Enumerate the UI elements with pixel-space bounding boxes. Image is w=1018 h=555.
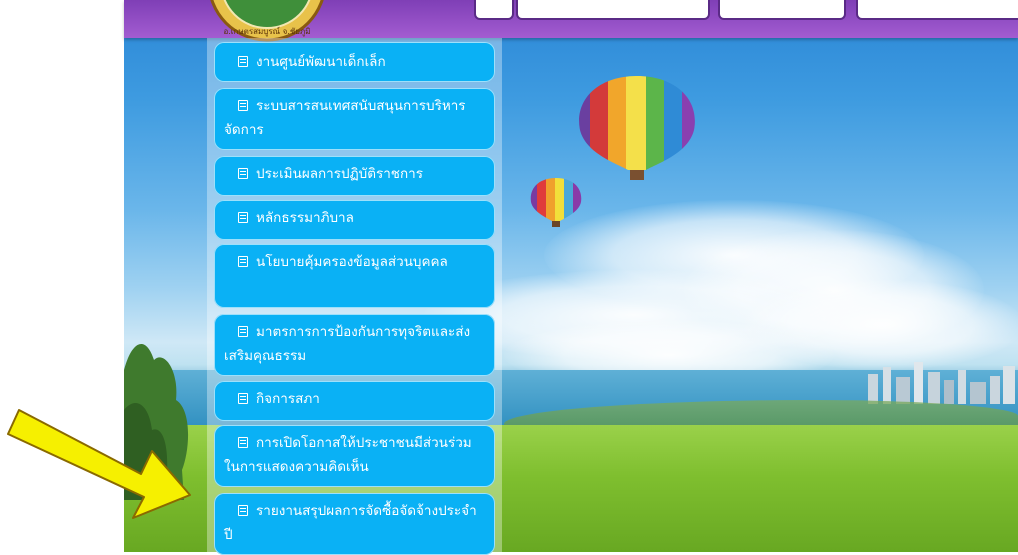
- menu-item-label: มาตรการการป้องกันการทุจริตและส่งเสริมคุณ…: [224, 324, 471, 364]
- menu-item-council-affairs[interactable]: กิจการสภา: [214, 381, 495, 421]
- menu-item-label: กิจการสภา: [256, 391, 320, 407]
- document-icon: [238, 168, 248, 179]
- seal-text: อ.เกษตรสมบูรณ์ จ.ชัยภูมิ: [223, 26, 310, 37]
- menu-item-privacy-policy[interactable]: นโยบายคุ้มครองข้อมูลส่วนบุคคล: [214, 244, 495, 308]
- menu-item-label: นโยบายคุ้มครองข้อมูลส่วนบุคคล: [256, 254, 448, 270]
- municipality-seal-logo: อ.เกษตรสมบูรณ์ จ.ชัยภูมิ: [210, 0, 324, 42]
- trees-illustration: [124, 343, 189, 500]
- nav-button[interactable]: [718, 0, 846, 20]
- nav-button[interactable]: [516, 0, 710, 20]
- menu-item-label: ประเมินผลการปฏิบัติราชการ: [256, 166, 423, 182]
- menu-item-child-development[interactable]: งานศูนย์พัฒนาเด็กเล็ก: [214, 42, 495, 82]
- page: อ.เกษตรสมบูรณ์ จ.ชัยภูมิ งานศูนย์พัฒนาเด…: [0, 0, 1018, 555]
- document-icon: [238, 212, 248, 223]
- document-icon: [238, 100, 248, 111]
- menu-item-label: รายงานสรุปผลการจัดซื้อจัดจ้างประจำปี: [224, 503, 477, 543]
- menu-item-label: หลักธรรมาภิบาล: [256, 210, 354, 226]
- menu-item-public-participation[interactable]: การเปิดโอกาสให้ประชาชนมีส่วนร่วมในการแสด…: [214, 425, 495, 487]
- menu-item-label: ระบบสารสนเทศสนับสนุนการบริหารจัดการ: [224, 98, 466, 138]
- menu-item-good-governance[interactable]: หลักธรรมาภิบาล: [214, 200, 495, 240]
- document-icon: [238, 256, 248, 267]
- menu-item-label: งานศูนย์พัฒนาเด็กเล็ก: [256, 54, 386, 70]
- document-icon: [238, 393, 248, 404]
- menu-item-information-system[interactable]: ระบบสารสนเทศสนับสนุนการบริหารจัดการ: [214, 88, 495, 150]
- balloon-large: [579, 76, 695, 180]
- menu-item-anti-corruption[interactable]: มาตรการการป้องกันการทุจริตและส่งเสริมคุณ…: [214, 314, 495, 376]
- document-icon: [238, 505, 248, 516]
- menu-item-procurement-report[interactable]: รายงานสรุปผลการจัดซื้อจัดจ้างประจำปี: [214, 493, 495, 555]
- nav-button[interactable]: [474, 0, 514, 20]
- document-icon: [238, 437, 248, 448]
- menu-item-performance-evaluation[interactable]: ประเมินผลการปฏิบัติราชการ: [214, 156, 495, 196]
- nav-button[interactable]: [856, 0, 1018, 20]
- document-icon: [238, 326, 248, 337]
- menu-item-label: การเปิดโอกาสให้ประชาชนมีส่วนร่วมในการแสด…: [224, 435, 472, 475]
- document-icon: [238, 56, 248, 67]
- balloon-small: [530, 178, 582, 227]
